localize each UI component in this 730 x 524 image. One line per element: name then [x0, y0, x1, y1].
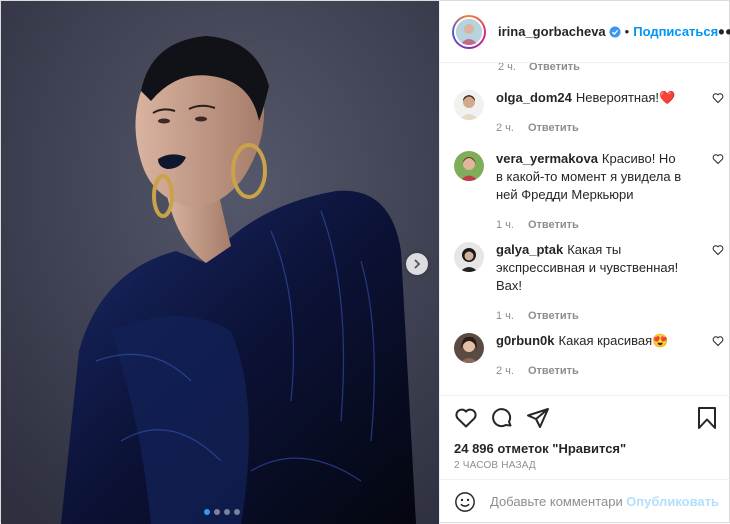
comment-item: olga_dom24 Невероятная!❤️ 2 ч. Ответить: [454, 89, 728, 137]
add-comment-bar: Опубликовать: [440, 478, 730, 524]
likes-count[interactable]: 24 896 отметок "Нравится": [440, 440, 730, 458]
comment-input[interactable]: [490, 494, 623, 510]
commenter-avatar-image: [454, 242, 484, 272]
like-comment-heart-icon[interactable]: [712, 244, 724, 256]
post-media[interactable]: [1, 1, 439, 524]
comment-text: Невероятная!: [575, 90, 659, 105]
instagram-post: irina_gorbacheva • Подписаться ••• 2 ч. …: [0, 0, 730, 524]
carousel-dot-2: [214, 509, 220, 515]
commenter-avatar[interactable]: [454, 90, 484, 120]
header-separator: •: [624, 24, 630, 39]
comment-item: g0rbun0k Какая красивая😍 2 ч. Ответить: [454, 332, 728, 380]
commenter-avatar[interactable]: [454, 151, 484, 181]
post-side-panel: irina_gorbacheva • Подписаться ••• 2 ч. …: [439, 1, 730, 524]
author-avatar-image: [456, 18, 482, 45]
comment-text: Какая красивая: [558, 333, 653, 348]
comment-time: 2 ч.: [498, 63, 516, 73]
author-avatar[interactable]: [452, 14, 486, 49]
publish-button[interactable]: Опубликовать: [626, 494, 719, 509]
comment-item: galya_ptak Какая ты экспрессивная и чувст…: [454, 241, 728, 325]
more-options-button[interactable]: •••: [718, 23, 730, 41]
like-comment-heart-icon[interactable]: [712, 153, 724, 165]
commenter-avatar[interactable]: [454, 242, 484, 272]
commenter-avatar[interactable]: [454, 333, 484, 363]
chevron-right-icon: [414, 259, 421, 269]
carousel-dot-1: [204, 509, 210, 515]
reply-button[interactable]: Ответить: [528, 310, 579, 322]
share-send-icon[interactable]: [526, 406, 550, 430]
reply-button[interactable]: Ответить: [528, 365, 579, 377]
follow-button[interactable]: Подписаться: [633, 24, 718, 39]
comment-emoji: ❤️: [658, 90, 676, 105]
carousel-dot-4: [234, 509, 240, 515]
reply-button[interactable]: Ответить: [528, 122, 579, 134]
comment-username[interactable]: olga_dom24: [496, 90, 572, 105]
comment-time: 1 ч.: [496, 219, 514, 231]
comment-username[interactable]: g0rbun0k: [496, 333, 555, 348]
commenter-avatar-image: [454, 90, 484, 120]
comments-list[interactable]: 2 ч. Ответить olga_dom24 Невероятная!❤️ 2…: [440, 63, 730, 396]
comment-time: 1 ч.: [496, 310, 514, 322]
emoji-smiley-icon[interactable]: [454, 491, 476, 513]
comment-emoji: 😍: [652, 333, 669, 348]
previous-comment-meta: 2 ч. Ответить: [498, 63, 590, 73]
carousel-dot-3: [224, 509, 230, 515]
comment-time: 2 ч.: [496, 365, 514, 377]
verified-badge-icon: [609, 26, 621, 37]
comment-username[interactable]: galya_ptak: [496, 242, 563, 257]
like-comment-heart-icon[interactable]: [712, 92, 724, 104]
like-comment-heart-icon[interactable]: [712, 335, 724, 347]
post-actions: [440, 396, 730, 440]
commenter-avatar-image: [454, 333, 484, 363]
post-header: irina_gorbacheva • Подписаться •••: [440, 1, 730, 63]
reply-button[interactable]: Ответить: [528, 219, 579, 231]
commenter-avatar-image: [454, 151, 484, 181]
comment-bubble-icon[interactable]: [490, 406, 514, 430]
post-timestamp[interactable]: 2 ЧАСОВ НАЗАД: [440, 458, 730, 479]
save-bookmark-icon[interactable]: [695, 406, 719, 430]
comment-item: vera_yermakova Красиво! Но в какой-то мом…: [454, 150, 728, 234]
author-username[interactable]: irina_gorbacheva: [498, 24, 606, 39]
like-heart-icon[interactable]: [454, 406, 478, 430]
comment-username[interactable]: vera_yermakova: [496, 151, 598, 166]
post-photo: [1, 1, 439, 524]
comment-time: 2 ч.: [496, 122, 514, 134]
reply-button[interactable]: Ответить: [529, 63, 580, 73]
next-slide-button[interactable]: [406, 253, 428, 275]
carousel-indicator: [204, 509, 240, 515]
